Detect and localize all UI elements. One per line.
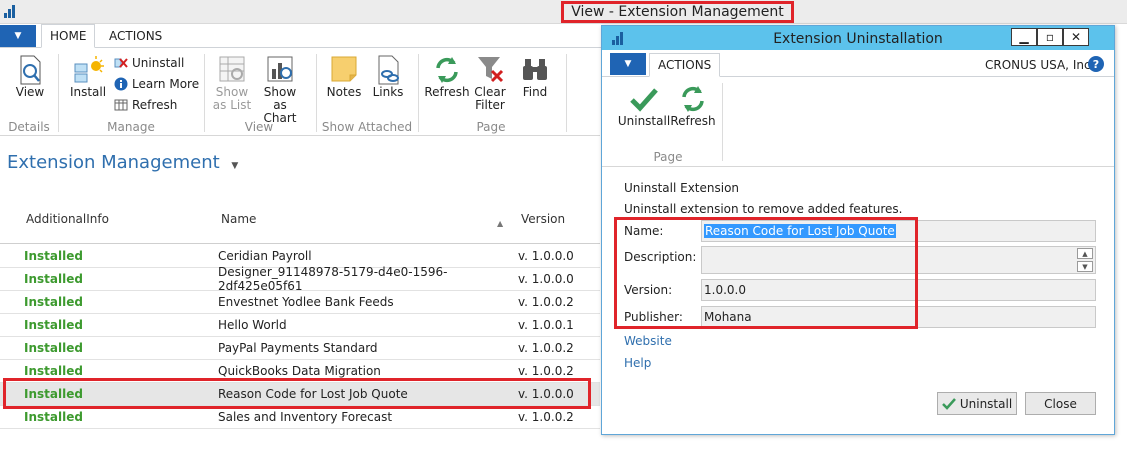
column-header-additionalinfo[interactable]: AdditionalInfo	[26, 212, 109, 226]
table-row[interactable]: Installed Hello World v. 1.0.0.1	[0, 314, 600, 337]
app-menu-button[interactable]: ▼	[0, 25, 36, 47]
tab-home[interactable]: HOME	[41, 24, 96, 48]
selected-row-highlight	[3, 378, 591, 409]
minimize-button[interactable]: ▁	[1011, 28, 1037, 46]
ribbon-divider	[418, 54, 419, 132]
scroll-down-icon[interactable]: ▼	[1077, 261, 1093, 272]
info-icon	[114, 77, 128, 91]
close-icon: ✕	[1070, 30, 1082, 44]
view-button[interactable]: View	[12, 54, 48, 99]
dialog-tab-actions[interactable]: ACTIONS	[649, 53, 721, 77]
list-icon	[219, 56, 245, 82]
group-label-page: Page	[476, 120, 506, 134]
close-window-button[interactable]: ✕	[1063, 28, 1089, 46]
group-label-manage: Manage	[107, 120, 155, 134]
close-button[interactable]: Close	[1025, 392, 1096, 415]
install-button[interactable]: Install	[68, 54, 108, 99]
column-header-name[interactable]: Name	[221, 212, 256, 226]
links-button[interactable]: Links	[368, 54, 408, 99]
table-row[interactable]: Installed Envestnet Yodlee Bank Feeds v. 1…	[0, 291, 600, 314]
dialog-titlebar: Extension Uninstallation ▁ ▫ ✕	[602, 26, 1114, 50]
clear-filter-icon	[478, 57, 504, 83]
table-row[interactable]: Installed PayPal Payments Standard v. 1.0.…	[0, 337, 600, 360]
table-row[interactable]: Installed Sales and Inventory Forecast v. …	[0, 406, 600, 429]
uninstall-icon	[114, 58, 128, 68]
links-icon	[378, 55, 399, 85]
group-label-view: View	[244, 120, 274, 134]
help-link[interactable]: Help	[624, 356, 651, 370]
page-title[interactable]: Extension Management ▼	[7, 152, 238, 173]
refresh-button[interactable]: Refresh	[424, 54, 470, 99]
dialog-refresh-button[interactable]: Refresh	[670, 83, 716, 128]
app-logo-icon	[3, 4, 18, 19]
main-window-title: View - Extension Management	[561, 1, 794, 23]
uninstall-confirm-button[interactable]: Uninstall	[937, 392, 1017, 415]
refresh-icon	[682, 86, 704, 112]
view-icon	[20, 55, 41, 85]
ribbon-divider	[58, 54, 59, 132]
ribbon-divider	[722, 83, 723, 161]
notes-icon	[331, 56, 357, 82]
header-divider	[0, 243, 600, 244]
show-as-chart-button[interactable]: Show as Chart	[256, 54, 304, 125]
ribbon-divider	[204, 54, 205, 132]
scroll-up-icon[interactable]: ▲	[1077, 248, 1093, 259]
section-heading: Uninstall Extension	[624, 181, 740, 195]
sort-ascending-icon: ▲	[497, 219, 504, 228]
checkmark-icon	[630, 88, 658, 112]
help-icon[interactable]: ?	[1088, 56, 1104, 72]
caret-down-icon: ▼	[231, 161, 239, 171]
ribbon-divider	[316, 54, 317, 132]
table-refresh-icon	[114, 99, 128, 111]
refresh-icon	[436, 57, 458, 83]
notes-button[interactable]: Notes	[324, 54, 364, 99]
company-name: CRONUS USA, Inc.	[985, 58, 1095, 72]
show-as-list-button[interactable]: Show as List	[210, 54, 254, 112]
column-header-version[interactable]: Version	[521, 212, 565, 226]
maximize-button[interactable]: ▫	[1037, 28, 1063, 46]
table-row[interactable]: Installed Designer_91148978-5179-d4e0-159…	[0, 265, 600, 293]
extension-uninstallation-dialog: Extension Uninstallation ▁ ▫ ✕ ▼ ACTIONS…	[601, 25, 1115, 435]
dialog-ribbon: Uninstall Refresh Page	[602, 77, 1114, 167]
fields-highlight	[614, 217, 918, 329]
background-strip	[1115, 24, 1127, 450]
find-button[interactable]: Find	[516, 54, 554, 99]
refresh-small-button[interactable]: Refresh	[114, 95, 177, 115]
main-ribbon: View Details Install Uninstall Learn Mor…	[0, 48, 600, 136]
website-link[interactable]: Website	[624, 334, 672, 348]
binoculars-icon	[523, 59, 547, 80]
maximize-icon: ▫	[1045, 30, 1055, 44]
caret-down-icon: ▼	[14, 31, 22, 41]
uninstall-button[interactable]: Uninstall	[114, 53, 184, 73]
dialog-group-label-page: Page	[653, 150, 683, 164]
group-label-details: Details	[8, 120, 50, 134]
checkmark-icon	[941, 397, 956, 410]
ribbon-divider	[566, 54, 567, 132]
caret-down-icon: ▼	[624, 59, 632, 69]
group-label-show-attached: Show Attached	[321, 120, 413, 134]
clear-filter-button[interactable]: Clear Filter	[472, 54, 508, 112]
learn-more-button[interactable]: Learn More	[114, 74, 199, 94]
dialog-menu-button[interactable]: ▼	[610, 53, 646, 75]
dialog-ribbon-tabs: ▼ ACTIONS CRONUS USA, Inc. ?	[602, 50, 1114, 77]
dialog-uninstall-button[interactable]: Uninstall	[618, 83, 670, 128]
chart-icon	[267, 56, 293, 82]
tab-actions[interactable]: ACTIONS	[101, 24, 170, 48]
minimize-icon: ▁	[1019, 30, 1029, 44]
install-icon	[74, 56, 104, 83]
section-description: Uninstall extension to remove added feat…	[624, 202, 903, 216]
